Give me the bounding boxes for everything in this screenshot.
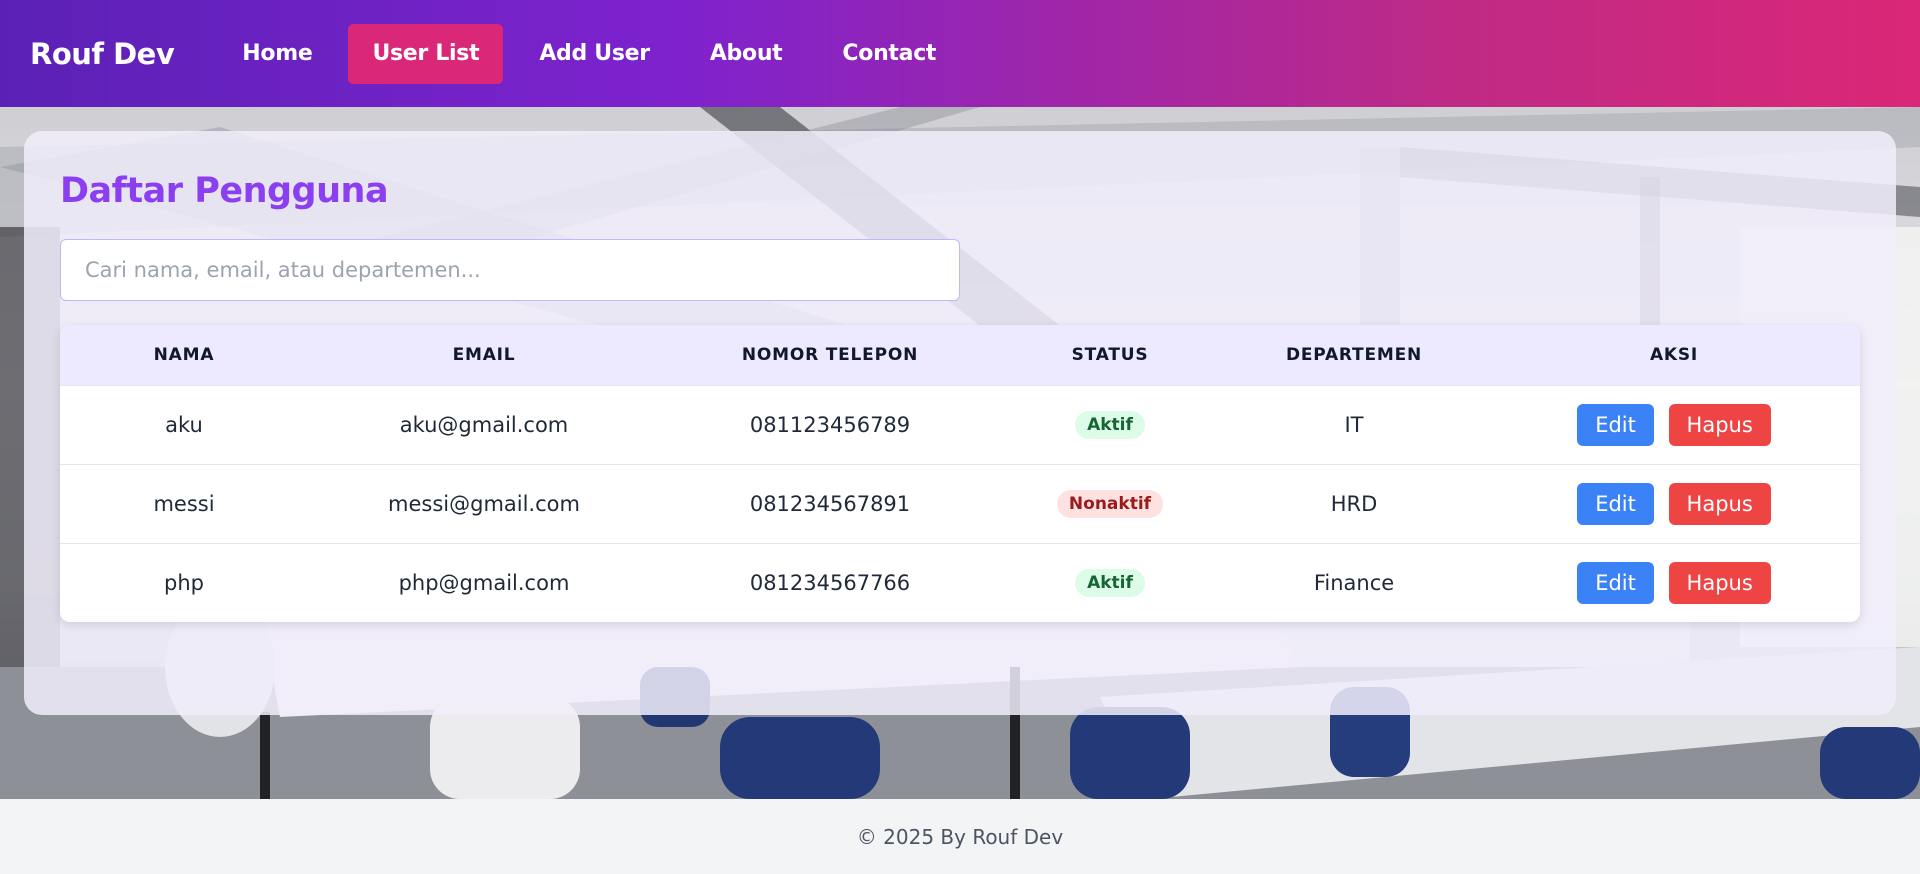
cell-departemen: HRD bbox=[1330, 491, 1378, 516]
delete-button[interactable]: Hapus bbox=[1668, 561, 1771, 604]
footer-copyright: © 2025 By Rouf Dev bbox=[856, 824, 1064, 849]
cell-nama: aku bbox=[165, 412, 203, 437]
edit-button[interactable]: Edit bbox=[1577, 482, 1654, 525]
cell-nama: messi bbox=[153, 491, 215, 516]
table-row: messi messi@gmail.com 081234567891 Nonak… bbox=[60, 464, 1860, 543]
status-badge: Aktif bbox=[1075, 568, 1145, 597]
column-header-status: STATUS bbox=[1071, 344, 1149, 365]
column-header-nama: NAMA bbox=[153, 344, 215, 365]
page-footer: © 2025 By Rouf Dev bbox=[0, 799, 1920, 874]
nav-link-add-user[interactable]: Add User bbox=[515, 24, 674, 84]
table-header-row: NAMA EMAIL NOMOR TELEPON STATUS DEPARTEM… bbox=[60, 325, 1860, 385]
table-row: aku aku@gmail.com 081123456789 Aktif IT … bbox=[60, 385, 1860, 464]
nav-link-user-list[interactable]: User List bbox=[348, 23, 504, 84]
edit-button[interactable]: Edit bbox=[1577, 561, 1654, 604]
brand-logo[interactable]: Rouf Dev bbox=[30, 37, 175, 71]
cell-telepon: 081234567891 bbox=[749, 491, 911, 516]
column-header-departemen: DEPARTEMEN bbox=[1285, 344, 1423, 365]
cell-status: Aktif bbox=[1000, 543, 1220, 622]
nav-link-contact[interactable]: Contact bbox=[818, 24, 960, 84]
top-navbar: Rouf Dev Home User List Add User About C… bbox=[0, 0, 1920, 107]
cell-departemen: IT bbox=[1344, 412, 1364, 437]
column-header-email: EMAIL bbox=[452, 344, 516, 365]
cell-email: messi@gmail.com bbox=[388, 491, 580, 516]
table-row: php php@gmail.com 081234567766 Aktif Fin… bbox=[60, 543, 1860, 622]
delete-button[interactable]: Hapus bbox=[1668, 403, 1771, 446]
cell-telepon: 081234567766 bbox=[749, 570, 911, 595]
status-badge: Nonaktif bbox=[1056, 489, 1164, 518]
cell-email: aku@gmail.com bbox=[399, 412, 569, 437]
cell-nama: php bbox=[164, 570, 204, 595]
edit-button[interactable]: Edit bbox=[1577, 403, 1654, 446]
user-table: NAMA EMAIL NOMOR TELEPON STATUS DEPARTEM… bbox=[60, 325, 1860, 622]
column-header-aksi: AKSI bbox=[1649, 344, 1699, 365]
nav-link-about[interactable]: About bbox=[686, 24, 807, 84]
cell-aksi: Edit Hapus bbox=[1488, 464, 1860, 543]
cell-status: Aktif bbox=[1000, 385, 1220, 464]
status-badge: Aktif bbox=[1075, 410, 1145, 439]
nav-link-home[interactable]: Home bbox=[218, 24, 336, 84]
page-title: Daftar Pengguna bbox=[60, 171, 389, 211]
delete-button[interactable]: Hapus bbox=[1668, 482, 1771, 525]
cell-telepon: 081123456789 bbox=[749, 412, 911, 437]
user-table-container: NAMA EMAIL NOMOR TELEPON STATUS DEPARTEM… bbox=[60, 325, 1860, 622]
cell-email: php@gmail.com bbox=[398, 570, 570, 595]
search-input[interactable] bbox=[60, 239, 960, 301]
column-header-telepon: NOMOR TELEPON bbox=[741, 344, 919, 365]
cell-aksi: Edit Hapus bbox=[1488, 543, 1860, 622]
cell-status: Nonaktif bbox=[1000, 464, 1220, 543]
user-list-card: Daftar Pengguna NAMA EMAIL NOMOR TELEPON… bbox=[24, 131, 1896, 715]
cell-aksi: Edit Hapus bbox=[1488, 385, 1860, 464]
cell-departemen: Finance bbox=[1313, 570, 1395, 595]
